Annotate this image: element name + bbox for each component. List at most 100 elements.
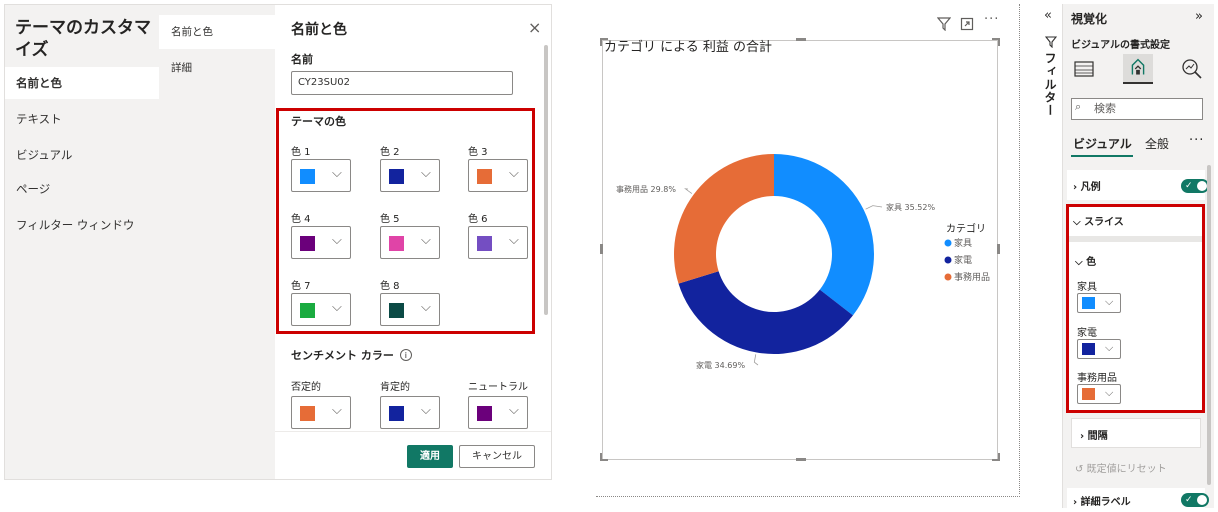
- subnav-item-advanced[interactable]: 詳細: [159, 51, 275, 85]
- viz-search-input[interactable]: 検索: [1071, 98, 1203, 120]
- color-4-label: 色 4: [291, 214, 311, 225]
- tab-general[interactable]: 全般: [1145, 135, 1169, 152]
- active-tab-indicator: [1071, 155, 1133, 157]
- nav-item-text[interactable]: テキスト: [5, 103, 159, 135]
- chevron-down-icon: ⌵: [332, 166, 342, 181]
- reset-row[interactable]: ↺ 既定値にリセット: [1075, 460, 1167, 475]
- donut-slices: [674, 154, 874, 354]
- detail-labels-toggle[interactable]: ✓: [1181, 493, 1209, 507]
- collapse-filters-icon[interactable]: «: [1044, 8, 1052, 23]
- resize-handle[interactable]: [998, 453, 1000, 461]
- resize-handle[interactable]: [600, 38, 602, 46]
- canvas-edge: [1019, 4, 1020, 494]
- chevron-down-icon: ⌵: [1105, 386, 1114, 399]
- slices-row[interactable]: ⌵ スライス: [1073, 213, 1124, 228]
- color-swatch: [477, 406, 492, 421]
- customize-theme-dialog: テーマのカスタマイズ 名前と色 テキスト ビジュアル ページ フィルター ウィン…: [4, 4, 552, 480]
- color-2-label: 色 2: [380, 147, 400, 158]
- color-7-picker[interactable]: ⌵: [291, 293, 351, 326]
- color-swatch: [300, 406, 315, 421]
- nav-item-visuals[interactable]: ビジュアル: [5, 139, 159, 171]
- color-4-picker[interactable]: ⌵: [291, 226, 351, 259]
- analytics-icon[interactable]: [1177, 54, 1207, 84]
- chevron-down-icon: ⌵: [1105, 295, 1114, 308]
- resize-handle[interactable]: [796, 458, 806, 461]
- nav-item-filter-pane[interactable]: フィルター ウィンドウ: [5, 209, 159, 241]
- format-visual-subtitle: ビジュアルの書式設定: [1071, 40, 1170, 51]
- filter-icon[interactable]: [937, 17, 951, 31]
- color-swatch: [389, 303, 404, 318]
- legend-title: カテゴリ: [946, 222, 986, 235]
- legend-toggle[interactable]: ✓: [1181, 179, 1209, 193]
- check-icon: ✓: [1185, 181, 1193, 191]
- format-visual-icon[interactable]: [1123, 54, 1153, 84]
- subnav-item-name-and-colors[interactable]: 名前と色: [159, 15, 275, 49]
- donut-slice-office[interactable]: [674, 154, 774, 284]
- color-swatch: [389, 236, 404, 251]
- resize-handle[interactable]: [600, 453, 602, 461]
- detail-labels-card[interactable]: › 詳細ラベル ✓: [1067, 488, 1209, 512]
- viz-pane-scrollbar[interactable]: [1207, 165, 1211, 485]
- chevron-down-icon: ⌵: [1075, 257, 1083, 268]
- slice-appliance-color-picker[interactable]: ⌵: [1077, 339, 1121, 359]
- color-swatch: [300, 236, 315, 251]
- more-options-icon[interactable]: ···: [984, 12, 999, 27]
- color-row[interactable]: ⌵ 色: [1075, 253, 1096, 268]
- slice-office-label: 事務用品: [1077, 373, 1117, 384]
- color-3-picker[interactable]: ⌵: [468, 159, 528, 192]
- resize-handle[interactable]: [998, 38, 1000, 46]
- resize-handle[interactable]: [796, 38, 806, 41]
- legend-item-office[interactable]: 事務用品: [954, 271, 990, 283]
- legend-item-appliance[interactable]: 家電: [954, 254, 972, 266]
- neutral-label: ニュートラル: [468, 382, 528, 393]
- slice-appliance-label: 家電: [1077, 328, 1097, 339]
- leader-line: [684, 188, 693, 194]
- dialog-scrollbar[interactable]: [544, 45, 548, 315]
- more-options-icon[interactable]: ···: [1189, 133, 1204, 148]
- color-1-label: 色 1: [291, 147, 311, 158]
- detail-labels-row[interactable]: › 詳細ラベル: [1073, 493, 1131, 508]
- apply-button[interactable]: 適用: [407, 445, 453, 468]
- visualizations-pane: 視覚化 » ビジュアルの書式設定 検索 ⌕ ビジュアル 全般 ··· › 凡例 …: [1062, 4, 1214, 512]
- color-1-picker[interactable]: ⌵: [291, 159, 351, 192]
- nav-item-page[interactable]: ページ: [5, 173, 159, 205]
- legend-row[interactable]: › 凡例: [1073, 178, 1101, 193]
- data-label-appliance: 家電 34.69%: [696, 360, 745, 370]
- spacing-row[interactable]: › 間隔: [1080, 427, 1108, 442]
- expand-pane-icon[interactable]: »: [1195, 9, 1203, 24]
- neutral-color-picker[interactable]: ⌵: [468, 396, 528, 429]
- sentiment-colors-heading: センチメント カラー i: [291, 347, 412, 363]
- legend-marker: [944, 273, 952, 281]
- color-6-picker[interactable]: ⌵: [468, 226, 528, 259]
- color-2-picker[interactable]: ⌵: [380, 159, 440, 192]
- build-visual-icon[interactable]: [1069, 54, 1099, 84]
- slice-furniture-color-picker[interactable]: ⌵: [1077, 293, 1121, 313]
- chart-legend: カテゴリ 家具家電事務用品: [944, 222, 990, 283]
- negative-color-picker[interactable]: ⌵: [291, 396, 351, 429]
- color-3-label: 色 3: [468, 147, 488, 158]
- color-swatch: [389, 169, 404, 184]
- nav-item-name-and-colors[interactable]: 名前と色: [5, 67, 159, 99]
- color-8-label: 色 8: [380, 281, 400, 292]
- cancel-button[interactable]: キャンセル: [459, 445, 535, 468]
- color-7-label: 色 7: [291, 281, 311, 292]
- spacing-card[interactable]: › 間隔: [1071, 418, 1201, 448]
- toggle-knob: [1197, 495, 1207, 505]
- focus-mode-icon[interactable]: [960, 17, 974, 31]
- theme-name-input[interactable]: CY23SU02: [291, 71, 513, 95]
- chevron-right-icon: ›: [1080, 431, 1085, 442]
- chevron-down-icon: ⌵: [421, 166, 431, 181]
- chevron-down-icon: ⌵: [509, 403, 519, 418]
- viz-pane-title: 視覚化: [1071, 12, 1108, 26]
- color-5-picker[interactable]: ⌵: [380, 226, 440, 259]
- close-icon[interactable]: ×: [528, 18, 541, 37]
- donut-slice-furniture[interactable]: [774, 154, 874, 316]
- legend-item-furniture[interactable]: 家具: [954, 237, 972, 249]
- chevron-down-icon: ⌵: [1105, 341, 1114, 354]
- tab-visual[interactable]: ビジュアル: [1073, 135, 1132, 152]
- legend-card[interactable]: › 凡例 ✓: [1067, 170, 1209, 200]
- slice-office-color-picker[interactable]: ⌵: [1077, 384, 1121, 404]
- color-8-picker[interactable]: ⌵: [380, 293, 440, 326]
- info-icon[interactable]: i: [399, 349, 412, 361]
- positive-color-picker[interactable]: ⌵: [380, 396, 440, 429]
